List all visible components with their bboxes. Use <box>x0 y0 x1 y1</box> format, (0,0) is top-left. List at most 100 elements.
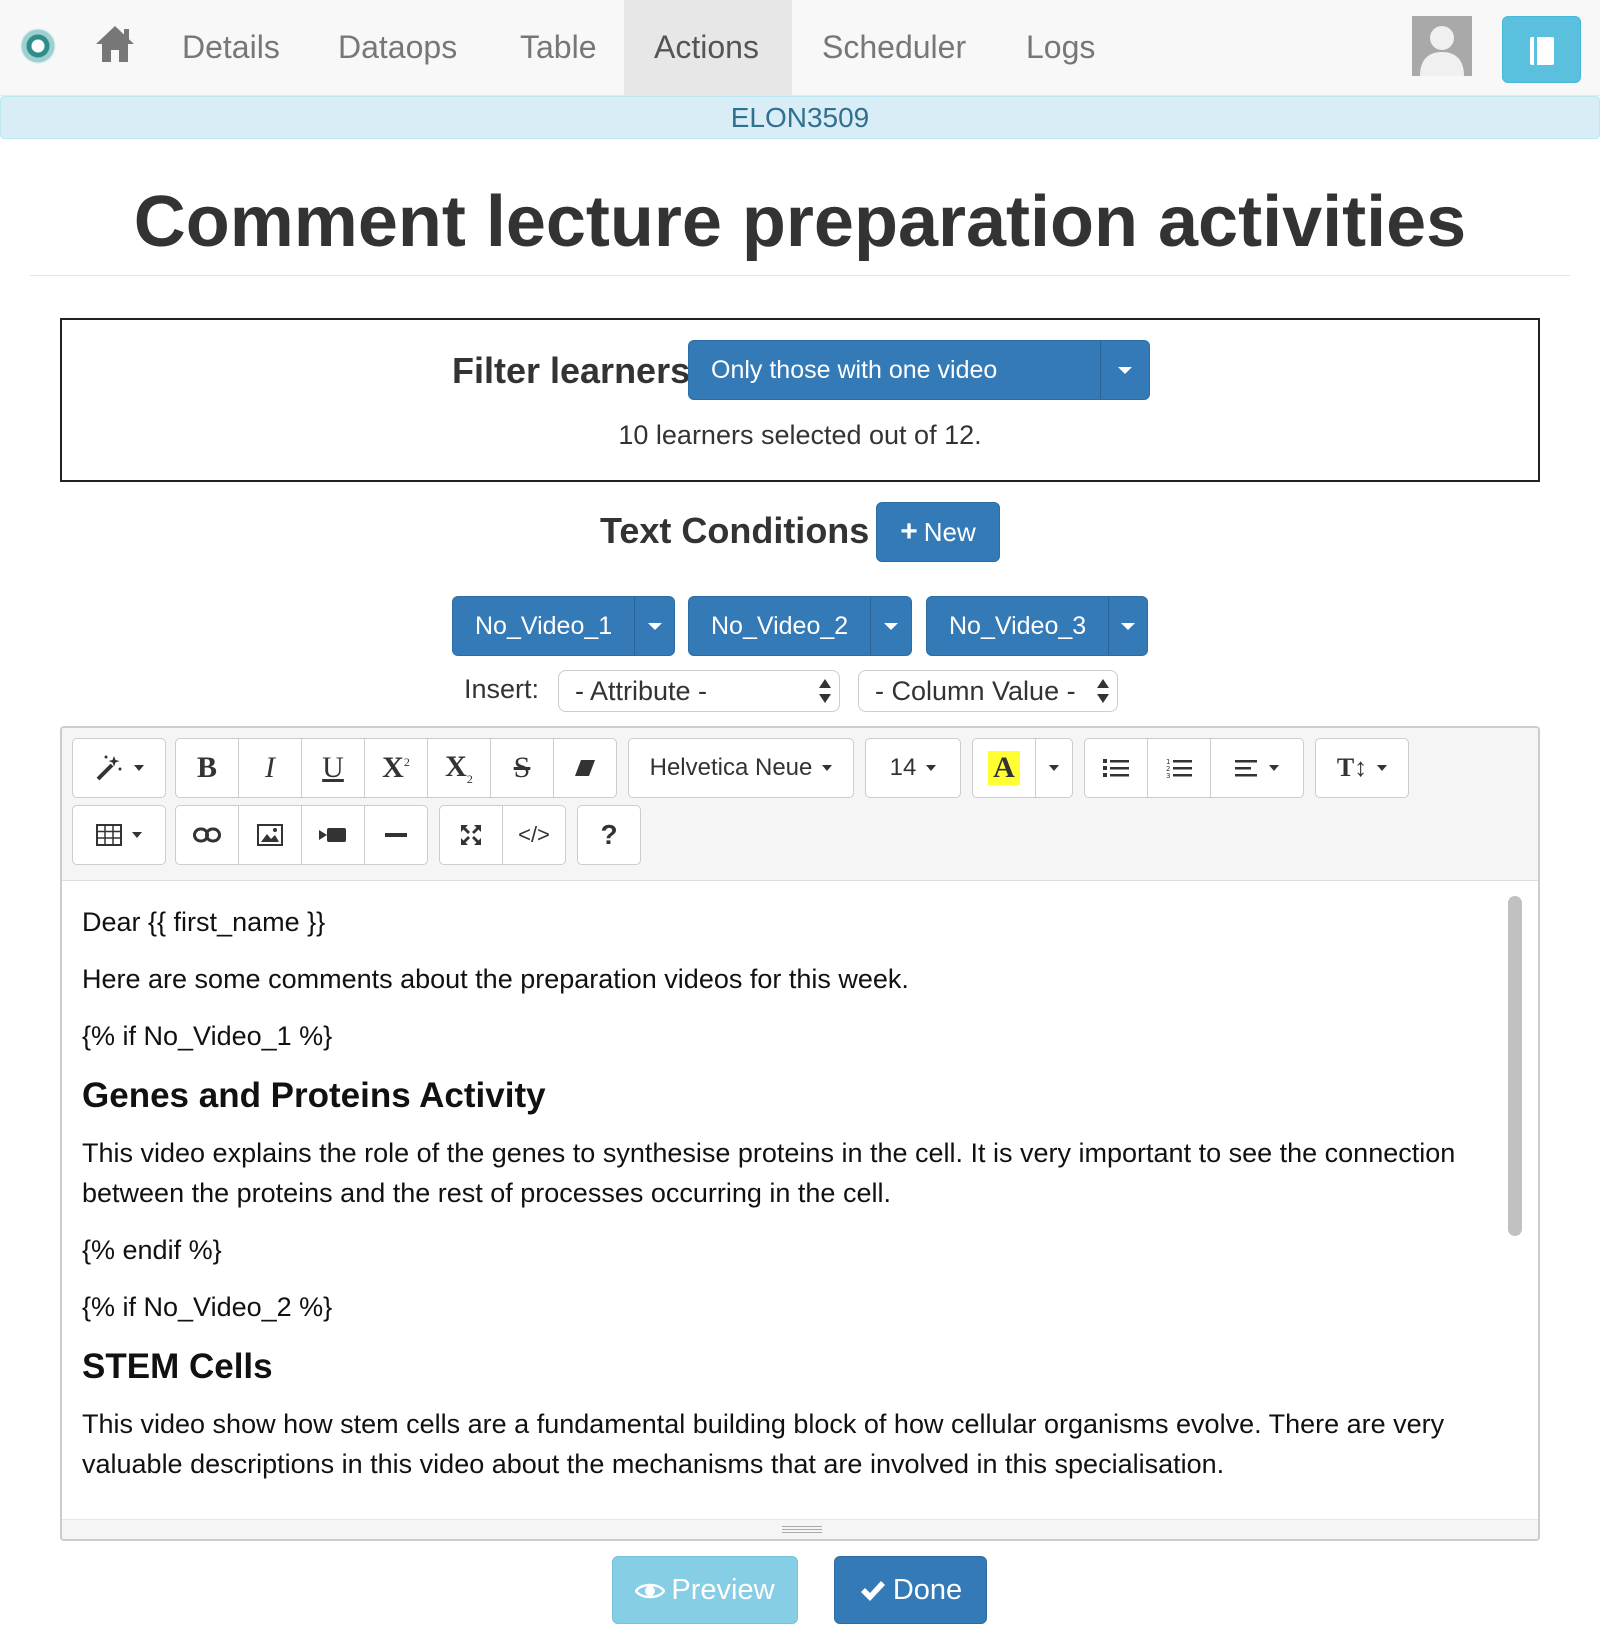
user-avatar[interactable] <box>1412 16 1472 76</box>
horizontal-rule-button[interactable] <box>364 805 428 865</box>
paragraph-align-dropdown[interactable] <box>1210 738 1304 798</box>
plus-icon: + <box>900 515 918 548</box>
subscript-button[interactable]: X2 <box>427 738 491 798</box>
attribute-select[interactable]: - Attribute - <box>558 670 840 712</box>
font-family-value: Helvetica Neue <box>649 754 813 781</box>
clear-format-button[interactable] <box>553 738 617 798</box>
editor-paragraph[interactable]: {% endif %} <box>82 1230 1492 1270</box>
italic-button[interactable]: I <box>238 738 302 798</box>
condition-dropdown-toggle[interactable] <box>634 597 674 655</box>
font-family-dropdown[interactable]: Helvetica Neue <box>628 738 854 798</box>
checkmark-icon <box>860 1581 885 1602</box>
ordered-list-button[interactable]: 1 2 3 <box>1147 738 1211 798</box>
unordered-list-button[interactable] <box>1084 738 1148 798</box>
preview-label: Preview <box>671 1574 775 1606</box>
underline-button[interactable]: U <box>301 738 365 798</box>
help-icon: ? <box>600 819 618 850</box>
select-arrows-icon <box>819 677 831 705</box>
rich-text-editor: B I U X2 X2 S Helvetica Neue 14 A 1 2 3 … <box>60 726 1540 1541</box>
insert-image-button[interactable] <box>238 805 302 865</box>
home-icon[interactable] <box>94 24 136 64</box>
book-button[interactable] <box>1502 16 1581 83</box>
page-title: Comment lecture preparation activities <box>133 182 1467 262</box>
editor-heading[interactable]: Genes and Proteins Activity <box>82 1073 1492 1119</box>
chevron-down-icon <box>1121 622 1136 630</box>
fullscreen-button[interactable] <box>439 805 503 865</box>
chevron-down-icon <box>1377 765 1388 771</box>
nav-details[interactable]: Details <box>152 0 310 96</box>
column-value-select-value: - Column Value - <box>875 676 1076 706</box>
table-insert-dropdown[interactable] <box>72 805 166 865</box>
superscript-icon: X2 <box>382 751 410 784</box>
bullet-list-icon <box>1103 759 1129 777</box>
book-icon <box>1530 37 1554 65</box>
condition-label[interactable]: No_Video_3 <box>927 597 1108 655</box>
style-magic-button[interactable] <box>72 738 166 798</box>
text-color-icon: A <box>988 751 1020 785</box>
line-height-icon: T↕ <box>1336 753 1368 782</box>
app-logo-icon[interactable] <box>20 28 56 64</box>
editor-paragraph[interactable]: This video explains the role of the gene… <box>82 1133 1492 1213</box>
editor-resize-handle[interactable] <box>62 1519 1538 1539</box>
done-button[interactable]: Done <box>834 1556 987 1624</box>
title-divider <box>30 275 1570 276</box>
column-value-select[interactable]: - Column Value - <box>858 670 1118 712</box>
filter-dropdown-toggle[interactable] <box>1100 341 1149 399</box>
editor-paragraph[interactable]: {% if No_Video_1 %} <box>82 1016 1492 1056</box>
editor-toolbar: B I U X2 X2 S Helvetica Neue 14 A 1 2 3 … <box>62 728 1538 881</box>
editor-heading[interactable]: STEM Cells <box>82 1344 1492 1390</box>
condition-label[interactable]: No_Video_1 <box>453 597 634 655</box>
insert-video-button[interactable] <box>301 805 365 865</box>
attribute-select-value: - Attribute - <box>575 676 708 706</box>
line-height-dropdown[interactable]: T↕ <box>1315 738 1409 798</box>
editor-paragraph[interactable]: Here are some comments about the prepara… <box>82 959 1492 999</box>
filter-selected-value[interactable]: Only those with one video missing <box>689 341 1100 442</box>
condition-dropdown[interactable]: No_Video_2 <box>688 596 912 656</box>
help-button[interactable]: ? <box>577 805 641 865</box>
superscript-button[interactable]: X2 <box>364 738 428 798</box>
editor-paragraph[interactable]: This video show how stem cells are a fun… <box>82 1404 1492 1484</box>
editor-paragraph[interactable]: Dear {{ first_name }} <box>82 902 1492 942</box>
text-conditions-label: Text Conditions <box>600 510 870 551</box>
bold-button[interactable]: B <box>175 738 239 798</box>
chevron-down-icon <box>647 622 662 630</box>
editor-paragraph[interactable]: {% if No_Video_2 %} <box>82 1287 1492 1327</box>
nav-table[interactable]: Table <box>490 0 627 96</box>
condition-dropdown-toggle[interactable] <box>1108 597 1147 655</box>
new-condition-button[interactable]: + New <box>876 502 1000 562</box>
strikethrough-button[interactable]: S <box>490 738 554 798</box>
top-navbar: Details Dataops Table Actions Scheduler … <box>0 0 1600 96</box>
chevron-down-icon <box>1118 366 1133 374</box>
video-icon <box>319 828 346 842</box>
text-color-dropdown[interactable] <box>1035 738 1073 798</box>
scrollbar-thumb[interactable] <box>1508 896 1522 1236</box>
preview-button[interactable]: Preview <box>612 1556 798 1624</box>
condition-dropdown[interactable]: No_Video_3 <box>926 596 1148 656</box>
code-view-button[interactable]: </> <box>502 805 566 865</box>
nav-scheduler[interactable]: Scheduler <box>792 0 996 96</box>
fullscreen-icon <box>461 825 481 845</box>
bold-icon: B <box>196 751 217 784</box>
nav-actions[interactable]: Actions <box>624 0 792 96</box>
link-icon <box>193 827 221 843</box>
chevron-down-icon <box>132 832 142 838</box>
filter-dropdown[interactable]: Only those with one video missing <box>688 340 1150 442</box>
nav-logs[interactable]: Logs <box>996 0 1125 96</box>
filter-label: Filter learners <box>452 350 691 391</box>
chevron-down-icon <box>134 765 144 771</box>
condition-label[interactable]: No_Video_2 <box>689 597 870 655</box>
nav-dataops[interactable]: Dataops <box>308 0 487 96</box>
font-size-dropdown[interactable]: 14 <box>865 738 961 798</box>
chevron-down-icon <box>822 765 833 771</box>
magic-wand-icon <box>96 755 122 781</box>
insert-link-button[interactable] <box>175 805 239 865</box>
chevron-down-icon <box>884 622 899 630</box>
horizontal-rule-icon <box>385 833 407 837</box>
editor-content[interactable]: Dear {{ first_name }} Here are some comm… <box>62 882 1512 1522</box>
italic-icon: I <box>265 751 275 784</box>
editor-scrollbar[interactable] <box>1508 886 1522 1511</box>
condition-dropdown-toggle[interactable] <box>870 597 911 655</box>
condition-dropdown[interactable]: No_Video_1 <box>452 596 675 656</box>
align-left-icon <box>1235 760 1257 777</box>
text-color-button[interactable]: A <box>972 738 1036 798</box>
